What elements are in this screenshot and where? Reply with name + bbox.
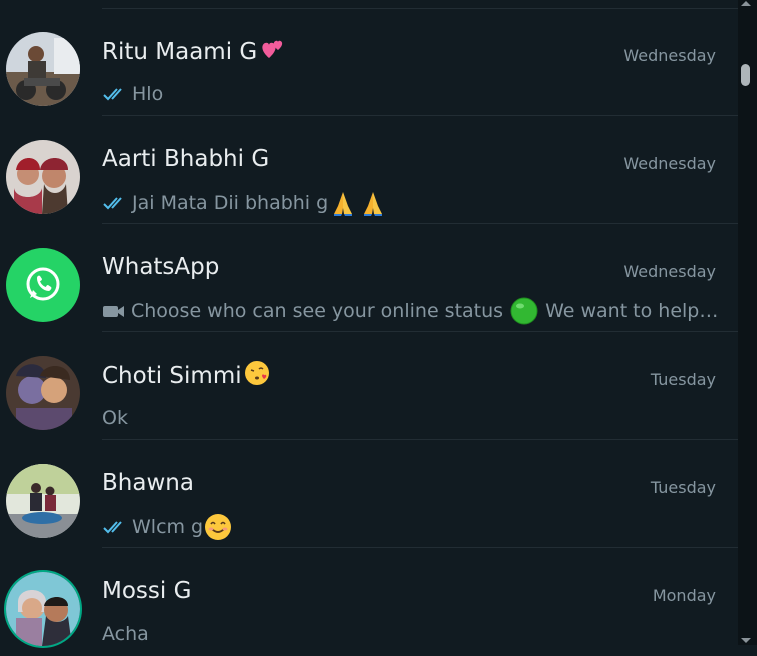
double-check-read-icon [102,518,128,536]
preview-text: We want to help… [545,300,719,322]
folded-hands-emoji [328,188,358,218]
preview-text: Choose who can see your online status [131,300,504,322]
preview-text: Ok [102,407,128,429]
chat-name: Bhawna [102,470,194,496]
chat-preview: Acha [102,620,722,648]
chat-time: Tuesday [650,478,716,497]
scrollbar[interactable] [738,0,757,645]
avatar[interactable] [6,32,80,106]
avatar[interactable] [6,140,80,214]
video-camera-icon [102,302,126,320]
avatar[interactable] [6,572,80,646]
preview-text: Wlcm g [132,516,204,538]
chat-time: Wednesday [623,262,716,281]
avatar[interactable] [6,356,80,430]
face-blowing-kiss-emoji [244,360,271,387]
scroll-thumb[interactable] [741,64,750,86]
chat-time: Monday [652,586,716,605]
smiling-face-emoji [203,512,233,542]
chat-time: Wednesday [623,46,716,65]
chat-preview: Choose who can see your online status We… [102,296,722,326]
chat-preview: Hlo [102,80,722,108]
chat-name: Aarti Bhabhi G [102,146,270,172]
scroll-up-arrow-icon[interactable] [741,1,751,6]
preview-text: Hlo [132,83,164,105]
whatsapp-logo-icon [6,248,80,322]
scroll-down-arrow-icon[interactable] [741,638,751,643]
preview-text: Jai Mata Dii bhabhi g [132,192,329,214]
chat-name: Choti Simmi [102,360,271,391]
avatar[interactable] [6,248,80,322]
green-circle-emoji [509,296,539,326]
chat-row-mossi-g[interactable]: Mossi G Monday Acha [0,548,738,656]
avatar[interactable] [6,464,80,538]
two-hearts-emoji [259,36,286,63]
chat-name: Mossi G [102,578,192,604]
chat-time: Tuesday [650,370,716,389]
chat-row-ritu-maami-g[interactable]: Ritu Maami G Wednesday Hlo [0,8,738,116]
chat-row-aarti-bhabhi-g[interactable]: Aarti Bhabhi G Wednesday Jai Mata Dii bh… [0,116,738,224]
chat-preview: Jai Mata Dii bhabhi g [102,188,722,218]
double-check-read-icon [102,85,128,103]
chat-name: WhatsApp [102,254,220,280]
chat-preview: Ok [102,404,722,432]
double-check-read-icon [102,194,128,212]
chat-row-bhawna[interactable]: Bhawna Tuesday Wlcm g [0,440,738,548]
chat-list: Ritu Maami G Wednesday Hlo Aarti Bhabhi … [0,0,738,646]
chat-row-whatsapp[interactable]: WhatsApp Wednesday Choose who can see yo… [0,224,738,332]
chat-row-choti-simmi[interactable]: Choti Simmi Tuesday Ok [0,332,738,440]
chat-time: Wednesday [623,154,716,173]
chat-name: Ritu Maami G [102,36,286,67]
folded-hands-emoji [358,188,388,218]
chat-preview: Wlcm g [102,512,722,542]
preview-text: Acha [102,623,149,645]
